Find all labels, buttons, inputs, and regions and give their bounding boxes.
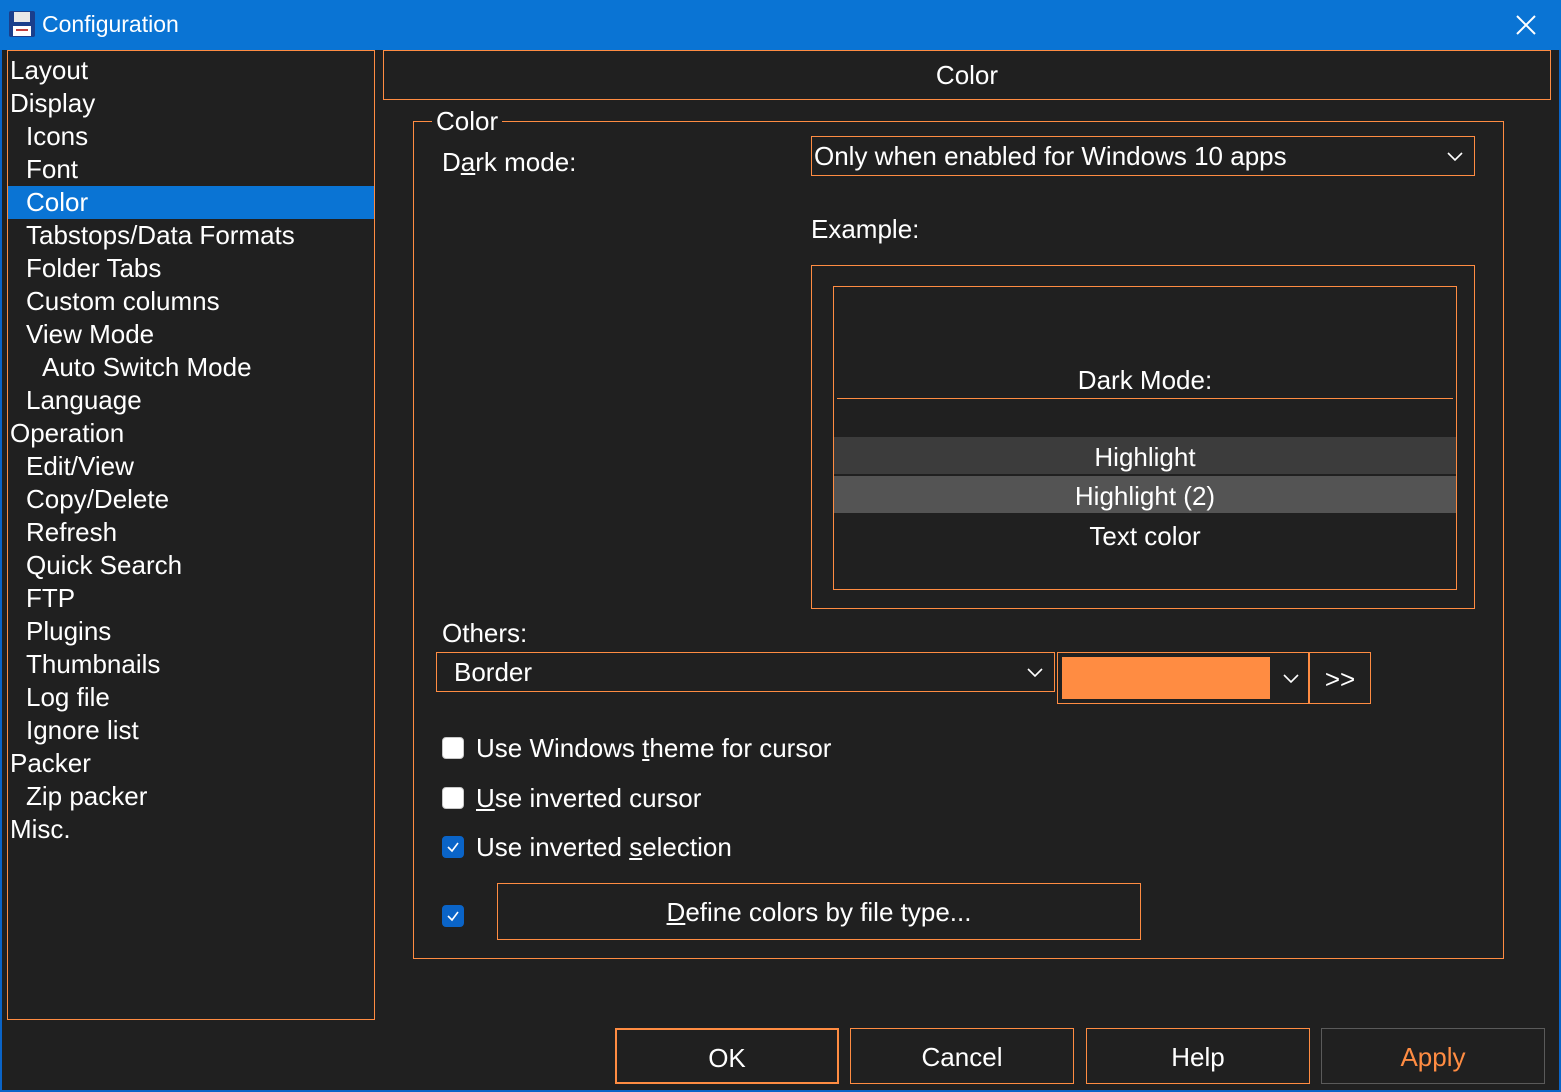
checkbox-box[interactable] — [442, 737, 464, 759]
tree-item-quick-search[interactable]: Quick Search — [8, 549, 374, 582]
tree-item-copy-delete[interactable]: Copy/Delete — [8, 483, 374, 516]
dark-mode-select[interactable]: Only when enabled for Windows 10 apps — [811, 136, 1475, 176]
example-divider — [837, 398, 1453, 399]
dark-mode-value: Only when enabled for Windows 10 apps — [814, 141, 1287, 171]
tree-item-packer[interactable]: Packer — [8, 747, 374, 780]
example-inner-box: Dark Mode: Highlight Highlight (2) Text … — [833, 286, 1457, 590]
example-preview: Dark Mode: Highlight Highlight (2) Text … — [811, 265, 1475, 609]
chevron-down-icon — [1283, 674, 1299, 684]
checkmark-icon — [447, 842, 459, 853]
tree-item-misc[interactable]: Misc. — [8, 813, 374, 846]
floppy-disk-icon — [9, 11, 35, 37]
cancel-button[interactable]: Cancel — [850, 1028, 1074, 1084]
example-label: Example: — [811, 214, 920, 244]
tree-item-font[interactable]: Font — [8, 153, 374, 186]
tree-item-language[interactable]: Language — [8, 384, 374, 417]
tree-item-ftp[interactable]: FTP — [8, 582, 374, 615]
checkbox-box[interactable] — [442, 836, 464, 858]
example-highlight: Highlight — [834, 437, 1456, 474]
tree-item-log-file[interactable]: Log file — [8, 681, 374, 714]
define-colors-button[interactable]: Define colors by file type... — [497, 883, 1141, 940]
inverted-cursor-checkbox[interactable]: Use inverted cursor — [442, 782, 701, 814]
tree-item-tabstops-data-formats[interactable]: Tabstops/Data Formats — [8, 219, 374, 252]
more-colors-button[interactable]: >> — [1309, 652, 1371, 704]
window-title: Configuration — [42, 11, 179, 37]
tree-item-custom-columns[interactable]: Custom columns — [8, 285, 374, 318]
close-icon — [1516, 15, 1536, 35]
others-label: Others: — [442, 618, 528, 648]
others-value: Border — [454, 657, 533, 687]
tree-item-refresh[interactable]: Refresh — [8, 516, 374, 549]
windows-theme-cursor-checkbox[interactable]: Use Windows theme for cursor — [442, 732, 831, 764]
tree-item-icons[interactable]: Icons — [8, 120, 374, 153]
dark-mode-label: Dark mode: — [442, 147, 577, 177]
tree-item-edit-view[interactable]: Edit/View — [8, 450, 374, 483]
help-button[interactable]: Help — [1086, 1028, 1310, 1084]
chevron-down-icon — [1447, 152, 1463, 162]
dialog-client: Layout Display Icons Font Color Tabstops/Data… — [2, 50, 1559, 1090]
tree-item-folder-tabs[interactable]: Folder Tabs — [8, 252, 374, 285]
tree-item-ignore-list[interactable]: Ignore list — [8, 714, 374, 747]
tree-item-zip-packer[interactable]: Zip packer — [8, 780, 374, 813]
ok-button[interactable]: OK — [615, 1028, 839, 1084]
apply-button[interactable]: Apply — [1321, 1028, 1545, 1084]
define-colors-checkbox[interactable] — [442, 900, 464, 932]
windows-theme-cursor-label: Use Windows theme for cursor — [476, 732, 832, 763]
example-highlight-2: Highlight (2) — [834, 476, 1456, 513]
color-swatch — [1062, 657, 1270, 699]
example-text-color: Text color — [1089, 521, 1201, 551]
title-bar: Configuration — [0, 0, 1561, 50]
others-select[interactable]: Border — [436, 652, 1055, 692]
tree-item-layout[interactable]: Layout — [8, 54, 374, 87]
inverted-selection-label: Use inverted selection — [476, 831, 732, 862]
settings-tree[interactable]: Layout Display Icons Font Color Tabstops/Data… — [7, 50, 375, 1020]
page-title: Color — [383, 50, 1551, 100]
checkbox-box[interactable] — [442, 905, 464, 927]
tree-item-view-mode[interactable]: View Mode — [8, 318, 374, 351]
close-button[interactable] — [1491, 0, 1561, 50]
color-picker-select[interactable] — [1057, 652, 1309, 704]
group-title: Color — [432, 106, 503, 136]
inverted-cursor-label: Use inverted cursor — [476, 782, 702, 813]
tree-item-display[interactable]: Display — [8, 87, 374, 120]
tree-item-thumbnails[interactable]: Thumbnails — [8, 648, 374, 681]
color-group: Color Dark mode: Only when enabled for W… — [413, 106, 1504, 959]
tree-item-color[interactable]: Color — [8, 186, 374, 219]
tree-item-operation[interactable]: Operation — [8, 417, 374, 450]
checkmark-icon — [447, 911, 459, 922]
example-dark-mode-text: Dark Mode: — [1077, 365, 1213, 395]
checkbox-box[interactable] — [442, 787, 464, 809]
inverted-selection-checkbox[interactable]: Use inverted selection — [442, 831, 732, 863]
chevron-down-icon — [1027, 668, 1043, 678]
tree-item-auto-switch-mode[interactable]: Auto Switch Mode — [8, 351, 374, 384]
tree-item-plugins[interactable]: Plugins — [8, 615, 374, 648]
